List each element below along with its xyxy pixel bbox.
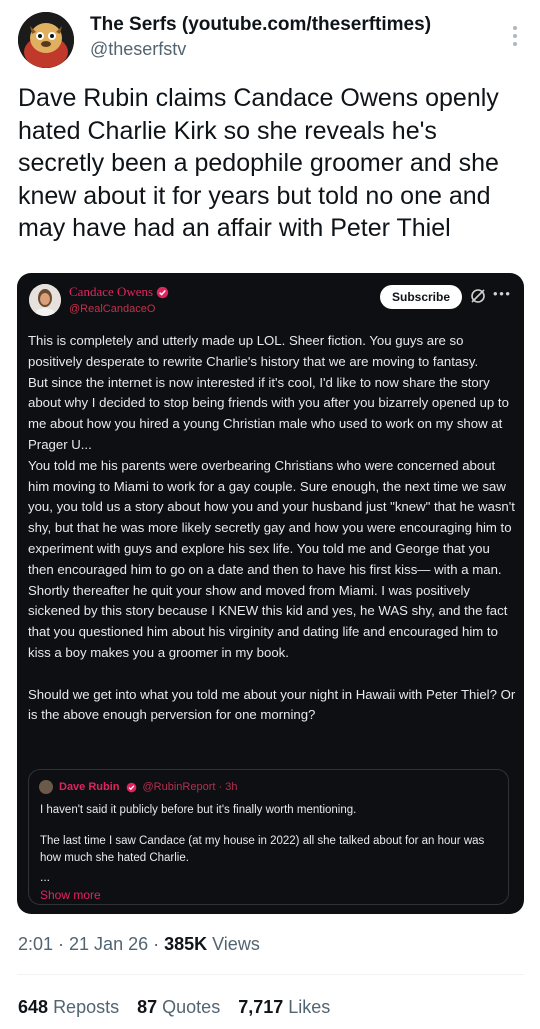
post-time[interactable]: 2:01 · 21 Jan 26 · <box>18 934 164 954</box>
embedded-post-image[interactable]: Candace Owens @RealCandaceO Subscribe • … <box>17 273 524 914</box>
tweet-text: Dave Rubin claims Candace Owens openly h… <box>18 84 499 242</box>
post-paragraph: Shortly thereafter he quit your show and… <box>28 582 508 660</box>
embedded-author-handle: @RealCandaceO <box>69 303 156 315</box>
quoted-line: The last time I saw Candace (at my house… <box>40 835 485 864</box>
views-label: Views <box>207 934 260 954</box>
author-name[interactable]: The Serfs (youtube.com/theserftimes) <box>90 14 431 36</box>
reposts-count: 648 <box>18 997 49 1017</box>
quoted-author-name: Dave Rubin <box>59 781 120 793</box>
verified-badge-icon <box>126 782 136 792</box>
likes-stat[interactable]: 7,717 Likes <box>238 997 330 1018</box>
post-paragraph: This is completely and utterly made up L… <box>28 333 479 369</box>
divider <box>17 974 524 975</box>
quoted-post-header: Dave Rubin @RubinReport · 3h <box>39 780 237 794</box>
reposts-label: Reposts <box>53 997 120 1017</box>
post-paragraph: You told me his parents were overbearing… <box>28 457 515 577</box>
post-paragraph: But since the internet is now interested… <box>28 374 509 452</box>
quoted-line: I haven't said it publicly before but it… <box>40 804 357 816</box>
quotes-label: Quotes <box>162 997 221 1017</box>
quoted-post-text: I haven't said it publicly before but it… <box>40 802 500 867</box>
engagement-stats: 648 Reposts 87 Quotes 7,717 Likes <box>18 997 330 1018</box>
author-handle[interactable]: @theserfstv <box>90 39 186 60</box>
reposts-stat[interactable]: 648 Reposts <box>18 997 119 1018</box>
tweet-header: The Serfs (youtube.com/theserftimes) @th… <box>16 10 524 72</box>
author-avatar[interactable] <box>18 12 74 68</box>
subscribe-button: Subscribe <box>380 285 462 309</box>
quotes-count: 87 <box>137 997 158 1017</box>
embedded-author-name: Candace Owens <box>69 284 169 300</box>
views-count: 385K <box>164 934 208 954</box>
embedded-author-avatar <box>29 284 61 316</box>
more-options-icon: • • • <box>493 286 510 301</box>
verified-badge-icon <box>156 286 169 298</box>
quoted-author-meta: @RubinReport · 3h <box>142 781 238 793</box>
likes-count: 7,717 <box>238 997 284 1017</box>
grok-icon <box>471 289 485 303</box>
quotes-stat[interactable]: 87 Quotes <box>137 997 220 1018</box>
quoted-post: Dave Rubin @RubinReport · 3h I haven't s… <box>28 769 509 905</box>
post-paragraph: Should we get into what you told me abou… <box>28 686 516 723</box>
quoted-author-avatar <box>39 780 53 794</box>
quoted-ellipsis: ... <box>40 870 51 884</box>
show-more-link: Show more <box>40 888 101 902</box>
tweet-timestamp: 2:01 · 21 Jan 26 · 385K Views <box>18 934 260 955</box>
embedded-post-body: This is completely and utterly made up L… <box>28 331 518 726</box>
more-options-icon[interactable] <box>508 24 522 48</box>
likes-label: Likes <box>288 997 331 1017</box>
